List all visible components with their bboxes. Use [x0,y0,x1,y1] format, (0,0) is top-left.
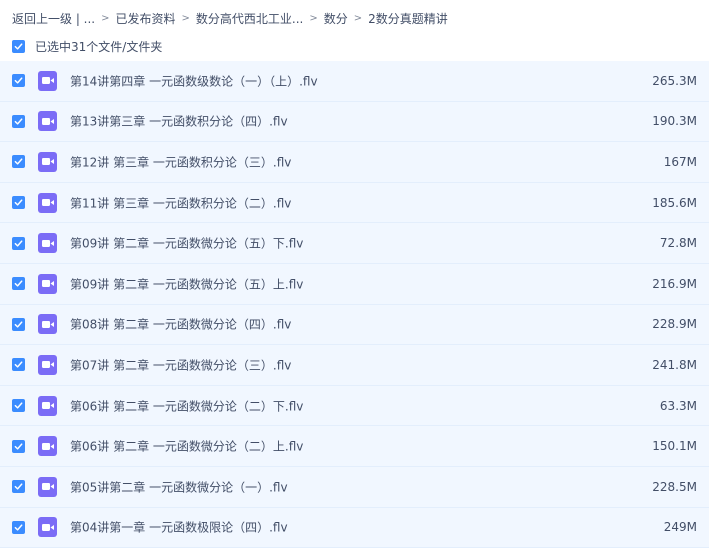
file-size: 190.3M [652,114,697,129]
file-row[interactable]: 第13讲第三章 一元函数积分论（四）.flv 190.3M [0,101,709,143]
checkmark-icon [14,77,23,84]
file-row[interactable]: 第09讲 第二章 一元函数微分论（五）下.flv 72.8M [0,223,709,264]
video-file-icon [38,517,57,538]
file-size: 216.9M [652,276,697,291]
file-checkbox[interactable] [12,520,25,534]
file-checkbox[interactable] [12,196,25,210]
file-row[interactable]: 第06讲 第二章 一元函数微分论（二）上.flv 150.1M [0,426,709,467]
file-name[interactable]: 第06讲 第二章 一元函数微分论（二）下.flv [70,397,303,414]
file-name[interactable]: 第13讲第三章 一元函数积分论（四）.flv [70,113,288,130]
checkmark-icon [14,402,23,409]
video-camera-icon [41,280,54,288]
breadcrumb-separator: > [353,12,363,24]
file-name[interactable]: 第14讲第四章 一元函数级数论（一）（上）.flv [70,72,318,89]
file-row[interactable]: 第08讲 第二章 一元函数微分论（四）.flv 228.9M [0,304,709,346]
breadcrumb-item-current: 2数分真题精讲 [368,11,448,26]
file-row[interactable]: 第09讲 第二章 一元函数微分论（五）上.flv 216.9M [0,263,709,305]
video-file-icon [38,233,57,254]
file-size: 185.6M [652,195,697,210]
checkmark-icon [14,118,23,125]
breadcrumb-back-link[interactable]: 返回上一级 | ... [12,10,95,27]
video-file-icon [38,111,57,132]
video-file-icon [38,70,57,91]
file-row[interactable]: 第04讲第一章 一元函数极限论（四）.flv 249M [0,507,709,548]
video-camera-icon [41,239,54,247]
file-checkbox[interactable] [12,236,25,250]
file-size: 265.3M [652,73,697,88]
file-name[interactable]: 第09讲 第二章 一元函数微分论（五）上.flv [70,275,303,292]
breadcrumb-item-published[interactable]: 已发布资料 [116,10,176,27]
breadcrumb-separator: > [309,12,318,24]
file-name[interactable]: 第12讲 第三章 一元函数积分论（三）.flv [70,153,291,170]
file-checkbox[interactable] [12,74,25,88]
file-name[interactable]: 第11讲 第三章 一元函数积分论（二）.flv [70,194,291,211]
file-name[interactable]: 第06讲 第二章 一元函数微分论（二）上.flv [70,438,303,455]
video-camera-icon [41,199,54,207]
checkmark-icon [14,524,23,531]
checkmark-icon [14,280,23,287]
file-size: 241.8M [652,357,697,372]
checkmark-icon [14,240,23,247]
file-checkbox[interactable] [12,480,25,494]
video-file-icon [38,395,57,416]
select-all-bar: 已选中31个文件/文件夹 [12,38,162,54]
file-list: 第14讲第四章 一元函数级数论（一）（上）.flv 265.3M 第13讲第三章 一… [0,61,709,548]
file-row[interactable]: 第12讲 第三章 一元函数积分论（三）.flv 167M [0,142,709,183]
video-file-icon [38,436,57,457]
file-checkbox[interactable] [12,358,25,372]
video-file-icon [38,151,57,172]
video-camera-icon [41,402,54,410]
checkmark-icon [14,443,23,450]
video-camera-icon [41,361,54,369]
breadcrumb-separator: > [101,12,110,24]
file-row[interactable]: 第06讲 第二章 一元函数微分论（二）下.flv 63.3M [0,385,709,427]
breadcrumb-item-subfolder[interactable]: 数分 [324,10,348,27]
file-row[interactable]: 第11讲 第三章 一元函数积分论（二）.flv 185.6M [0,182,709,224]
checkmark-icon [14,199,23,206]
file-name[interactable]: 第07讲 第二章 一元函数微分论（三）.flv [70,356,291,373]
file-checkbox[interactable] [12,277,25,291]
breadcrumb-item-folder[interactable]: 数分高代西北工业... [196,10,303,27]
video-camera-icon [41,523,54,531]
file-size: 249M [663,520,697,535]
file-size: 63.3M [659,398,697,413]
file-checkbox[interactable] [12,399,25,413]
video-camera-icon [41,117,54,125]
file-name[interactable]: 第09讲 第二章 一元函数微分论（五）下.flv [70,235,303,252]
file-size: 167M [663,154,697,169]
video-camera-icon [41,483,54,491]
file-name[interactable]: 第08讲 第二章 一元函数微分论（四）.flv [70,316,291,333]
video-file-icon [38,192,57,213]
checkmark-icon [14,483,23,490]
select-all-checkbox[interactable] [12,39,25,53]
checkmark-icon [14,361,23,369]
file-size: 72.8M [659,236,697,251]
file-size: 150.1M [652,439,697,454]
checkmark-icon [14,321,23,328]
file-checkbox[interactable] [12,155,25,169]
file-size: 228.5M [652,479,697,494]
breadcrumb-separator: > [181,12,190,24]
file-name[interactable]: 第04讲第一章 一元函数极限论（四）.flv [70,519,288,536]
checkmark-icon [14,158,23,166]
file-checkbox[interactable] [12,114,25,128]
breadcrumb: 返回上一级 | ... > 已发布资料 > 数分高代西北工业... > 数分 >… [12,10,448,26]
video-file-icon [38,273,57,294]
video-camera-icon [41,77,54,85]
video-camera-icon [41,158,54,166]
file-checkbox[interactable] [12,439,25,453]
file-size: 228.9M [652,317,697,332]
video-file-icon [38,476,57,497]
video-file-icon [38,354,57,375]
video-file-icon [38,314,57,335]
file-checkbox[interactable] [12,317,25,331]
selection-count-label: 已选中31个文件/文件夹 [35,39,163,54]
file-row[interactable]: 第07讲 第二章 一元函数微分论（三）.flv 241.8M [0,345,709,386]
video-camera-icon [41,320,54,328]
video-camera-icon [41,442,54,450]
file-row[interactable]: 第05讲第二章 一元函数微分论（一）.flv 228.5M [0,466,709,508]
file-row[interactable]: 第14讲第四章 一元函数级数论（一）（上）.flv 265.3M [0,61,709,102]
checkmark-icon [14,42,23,50]
file-name[interactable]: 第05讲第二章 一元函数微分论（一）.flv [70,478,288,495]
